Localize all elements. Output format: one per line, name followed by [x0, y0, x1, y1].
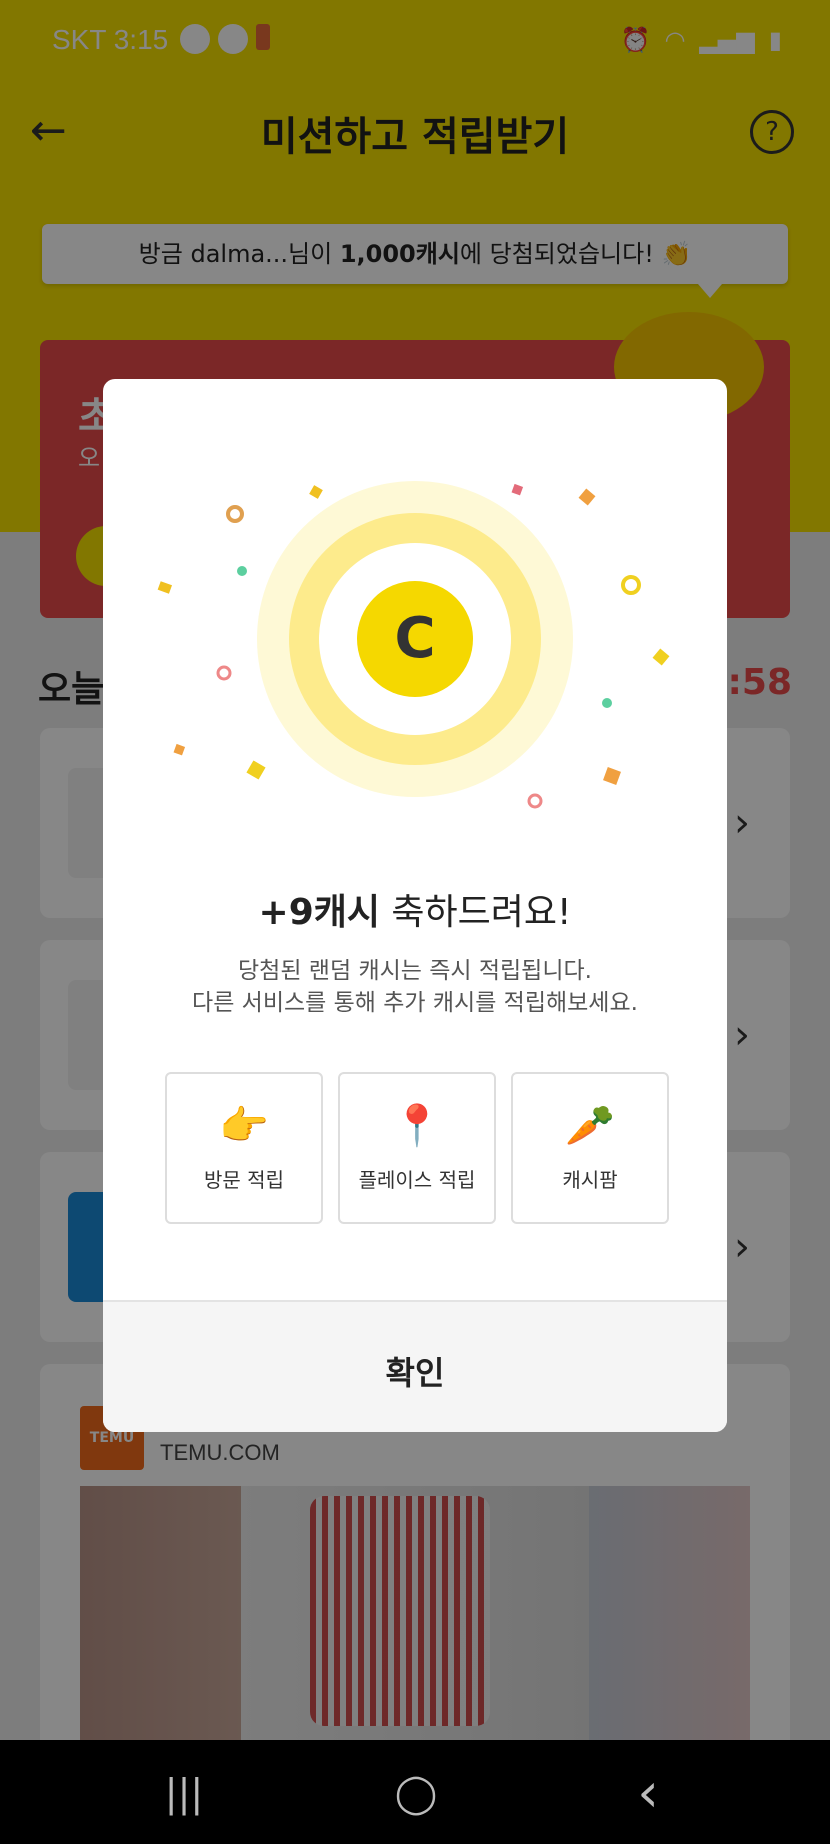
pointing-hand-icon: 👉: [219, 1103, 269, 1149]
service-label: 캐시팜: [562, 1168, 618, 1192]
cash-farm-button[interactable]: 🥕 캐시팜: [511, 1072, 669, 1224]
recent-apps-icon[interactable]: |||: [154, 1768, 214, 1818]
location-pin-icon: 📍: [392, 1103, 442, 1149]
confirm-button[interactable]: 확인: [103, 1348, 727, 1394]
congrats-text: 축하드려요!: [379, 892, 572, 933]
description-line-1: 당첨된 랜덤 캐시는 즉시 적립됩니다.: [238, 958, 592, 984]
service-label: 플레이스 적립: [358, 1168, 476, 1192]
service-label: 방문 적립: [204, 1168, 284, 1192]
reward-amount: +9캐시: [258, 892, 380, 933]
system-nav-bar: ||| ◯ ‹: [0, 1740, 830, 1844]
dialog-footer: 확인: [103, 1300, 727, 1432]
reward-description: 당첨된 랜덤 캐시는 즉시 적립됩니다. 다른 서비스를 통해 추가 캐시를 적…: [103, 955, 727, 1019]
back-icon[interactable]: ‹: [618, 1766, 678, 1820]
place-reward-button[interactable]: 📍 플레이스 적립: [338, 1072, 496, 1224]
reward-title: +9캐시 축하드려요!: [103, 883, 727, 935]
description-line-2: 다른 서비스를 통해 추가 캐시를 적립해보세요.: [192, 990, 638, 1016]
home-icon[interactable]: ◯: [386, 1768, 446, 1818]
reward-dialog: C +9캐시 축하드려요! 당첨된 랜덤 캐시는 즉시 적립됩니다. 다른 서비…: [103, 379, 727, 1432]
visit-reward-button[interactable]: 👉 방문 적립: [165, 1072, 323, 1224]
svg-text:C: C: [394, 606, 435, 671]
carrot-icon: 🥕: [565, 1103, 615, 1149]
reward-burst-illustration: C: [157, 481, 670, 809]
